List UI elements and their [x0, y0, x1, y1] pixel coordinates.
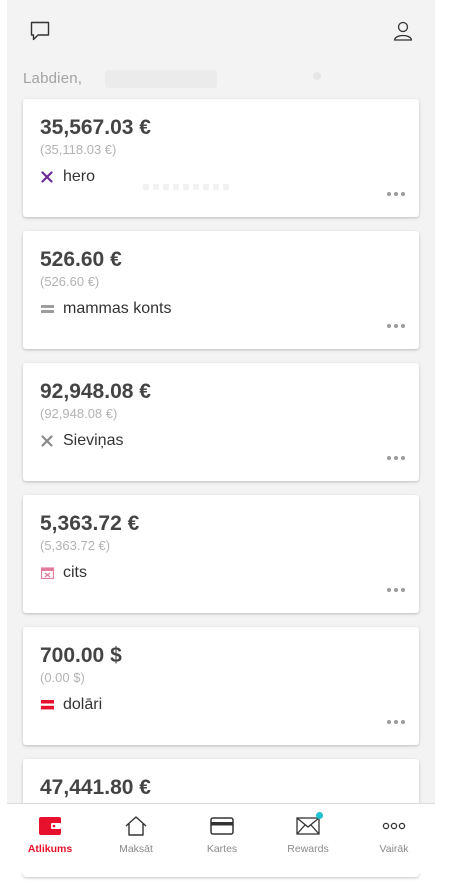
account-card[interactable]: 526.60 € (526.60 €) mammas konts: [23, 231, 419, 349]
account-name: mammas konts: [63, 300, 172, 317]
account-balance: 47,441.80 €: [40, 776, 151, 799]
tab-label: Maksāt: [119, 843, 153, 855]
app-screen: Labdien, 35,567.03 € (35,118.03 €) hero …: [7, 0, 435, 877]
home-icon: [124, 815, 148, 837]
more-options-icon[interactable]: [387, 455, 405, 461]
more-options-icon[interactable]: [387, 191, 405, 197]
account-name: hero: [63, 168, 96, 185]
more-icon: [382, 815, 406, 837]
tab-atlikums[interactable]: Atlikums: [7, 804, 93, 873]
accounts-list: 35,567.03 € (35,118.03 €) hero 526.60 € …: [23, 99, 419, 891]
wallet-icon: [38, 815, 62, 837]
account-available-balance: (92,948.08 €): [40, 406, 118, 421]
equals-icon: [40, 302, 54, 316]
calendar-icon: [40, 566, 54, 580]
account-balance: 92,948.08 €: [40, 380, 151, 403]
account-label-row: mammas konts: [40, 298, 171, 320]
more-options-icon[interactable]: [387, 587, 405, 593]
tab-label: Kartes: [206, 843, 238, 855]
rewards-envelope-icon: [296, 812, 323, 837]
more-options-icon[interactable]: [387, 323, 405, 329]
profile-button[interactable]: [389, 17, 417, 45]
tab-label: Atlikums: [27, 843, 73, 855]
account-label-row: cits: [40, 562, 87, 584]
account-balance: 5,363.72 €: [40, 512, 140, 535]
account-card[interactable]: 92,948.08 € (92,948.08 €) Sieviņas: [23, 363, 419, 481]
flag-icon: [40, 698, 54, 712]
account-name: cits: [63, 564, 87, 581]
account-balance: 700.00 $: [40, 644, 122, 667]
notification-badge: [316, 812, 323, 819]
account-card[interactable]: 5,363.72 € (5,363.72 €) cits: [23, 495, 419, 613]
cross-icon: [40, 170, 54, 184]
account-label-row: Sieviņas: [40, 430, 123, 452]
account-name: dolāri: [63, 696, 103, 713]
tab-vairak[interactable]: Vairāk: [351, 804, 437, 873]
account-balance: 35,567.03 €: [40, 116, 151, 139]
account-name: Sieviņas: [63, 432, 124, 449]
user-profile-icon: [393, 21, 413, 41]
cross-icon: [40, 434, 54, 448]
redacted-mark: [313, 72, 321, 80]
tab-kartes[interactable]: Kartes: [179, 804, 265, 873]
account-card[interactable]: 35,567.03 € (35,118.03 €) hero: [23, 99, 419, 217]
account-available-balance: (0.00 $): [40, 670, 85, 685]
account-label-row: hero: [40, 166, 95, 188]
chat-button[interactable]: [26, 17, 54, 45]
account-available-balance: (526.60 €): [40, 274, 100, 289]
tab-rewards[interactable]: Rewards: [265, 804, 351, 873]
tab-label: Rewards: [287, 843, 329, 855]
greeting-text: Labdien,: [23, 70, 83, 87]
tab-label: Vairāk: [379, 843, 409, 855]
account-available-balance: (5,363.72 €): [40, 538, 111, 553]
top-bar: [7, 0, 435, 62]
account-available-balance: (35,118.03 €): [40, 142, 117, 157]
bottom-tab-bar: Atlikums Maksāt Kartes Rewards Vairāk: [7, 803, 435, 873]
tab-maksat[interactable]: Maksāt: [93, 804, 179, 873]
chat-bubble-icon: [30, 21, 50, 41]
user-name-redacted: [105, 70, 217, 88]
account-card[interactable]: 700.00 $ (0.00 $) dolāri: [23, 627, 419, 745]
card-icon: [210, 815, 234, 837]
redacted-account-number: [143, 184, 233, 190]
more-options-icon[interactable]: [387, 719, 405, 725]
account-label-row: dolāri: [40, 694, 102, 716]
account-balance: 526.60 €: [40, 248, 122, 271]
